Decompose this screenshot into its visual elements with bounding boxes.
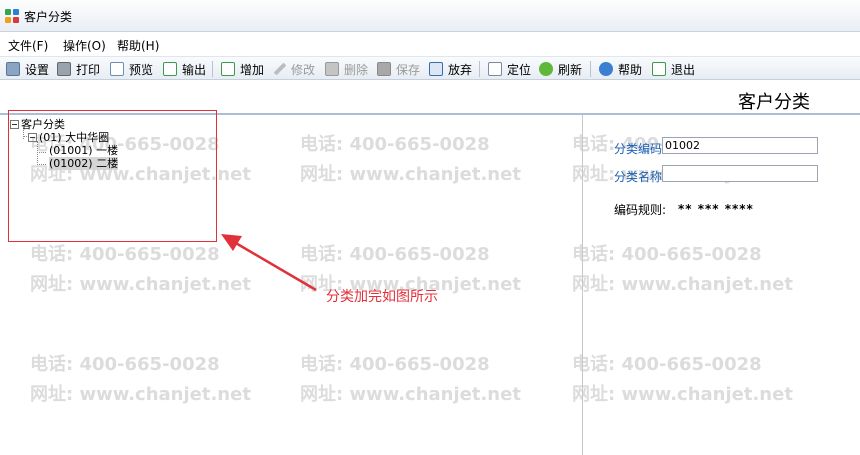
preview-button[interactable]: 预览 xyxy=(110,60,153,78)
export-label: 输出 xyxy=(182,62,207,77)
exit-label: 退出 xyxy=(671,62,696,77)
discard-icon xyxy=(429,62,443,76)
menu-file[interactable]: 文件(F) xyxy=(8,37,48,54)
delete-label: 删除 xyxy=(344,62,369,77)
add-button[interactable]: 增加 xyxy=(221,60,264,78)
watermark-phone: 电话: 400-665-0028 xyxy=(300,134,490,155)
locate-label: 定位 xyxy=(507,62,532,77)
code-label: 分类编码 xyxy=(614,142,663,156)
category-name-input[interactable] xyxy=(662,165,818,182)
add-label: 增加 xyxy=(240,62,265,77)
app-icon xyxy=(5,9,19,23)
locate-button[interactable]: 定位 xyxy=(488,60,531,78)
window-title: 客户分类 xyxy=(24,10,73,24)
annotation-box xyxy=(8,110,217,242)
toolbar: 设置 打印 预览 输出 增加 修改 删除 保存 放弃 定位 刷新 帮助 退出 xyxy=(0,56,860,80)
code-rule-value: ** *** **** xyxy=(678,202,754,216)
settings-button[interactable]: 设置 xyxy=(6,60,49,78)
save-button[interactable]: 保存 xyxy=(377,60,420,78)
code-rule-label: 编码规则: xyxy=(614,203,667,217)
export-button[interactable]: 输出 xyxy=(163,60,206,78)
toolbar-separator xyxy=(590,61,591,77)
export-icon xyxy=(163,62,177,76)
watermark-site: 网址: www.chanjet.net xyxy=(300,384,521,405)
watermark-phone: 电话: 400-665-0028 xyxy=(30,244,220,265)
refresh-label: 刷新 xyxy=(558,62,583,77)
preview-label: 预览 xyxy=(129,62,154,77)
save-label: 保存 xyxy=(396,62,421,77)
exit-icon xyxy=(652,62,666,76)
name-label: 分类名称 xyxy=(614,170,663,184)
menu-operation[interactable]: 操作(O) xyxy=(63,37,106,54)
watermark-phone: 电话: 400-665-0028 xyxy=(300,244,490,265)
help-icon xyxy=(599,62,613,76)
settings-icon xyxy=(6,62,20,76)
watermark-site: 网址: www.chanjet.net xyxy=(30,274,251,295)
discard-button[interactable]: 放弃 xyxy=(429,60,472,78)
menu-bar: 文件(F) 操作(O) 帮助(H) xyxy=(0,34,860,56)
title-bar: 客户分类 xyxy=(0,0,860,32)
add-icon xyxy=(221,62,235,76)
watermark-site: 网址: www.chanjet.net xyxy=(300,164,521,185)
watermark-site: 网址: www.chanjet.net xyxy=(572,384,793,405)
refresh-icon xyxy=(539,62,553,76)
annotation-text: 分类加完如图所示 xyxy=(326,289,438,305)
watermark-site: 网址: www.chanjet.net xyxy=(30,384,251,405)
panel-divider xyxy=(582,115,583,455)
print-label: 打印 xyxy=(76,62,101,77)
print-button[interactable]: 打印 xyxy=(57,60,100,78)
locate-icon xyxy=(488,62,502,76)
toolbar-separator xyxy=(479,61,480,77)
edit-label: 修改 xyxy=(291,62,316,77)
page-title: 客户分类 xyxy=(738,92,810,113)
help-label: 帮助 xyxy=(618,62,643,77)
category-code-input[interactable] xyxy=(662,137,818,154)
edit-button[interactable]: 修改 xyxy=(273,60,316,78)
watermark-phone: 电话: 400-665-0028 xyxy=(300,354,490,375)
menu-help[interactable]: 帮助(H) xyxy=(117,37,159,54)
watermark-phone: 电话: 400-665-0028 xyxy=(30,354,220,375)
watermark-site: 网址: www.chanjet.net xyxy=(572,274,793,295)
save-icon xyxy=(377,62,391,76)
refresh-button[interactable]: 刷新 xyxy=(539,60,582,78)
printer-icon xyxy=(57,62,71,76)
pencil-icon xyxy=(273,62,287,76)
help-button[interactable]: 帮助 xyxy=(599,60,642,78)
discard-label: 放弃 xyxy=(448,62,473,77)
exit-button[interactable]: 退出 xyxy=(652,60,695,78)
watermark-phone: 电话: 400-665-0028 xyxy=(572,354,762,375)
delete-icon xyxy=(325,62,339,76)
toolbar-separator xyxy=(212,61,213,77)
watermark-phone: 电话: 400-665-0028 xyxy=(572,244,762,265)
settings-label: 设置 xyxy=(25,62,50,77)
preview-icon xyxy=(110,62,124,76)
delete-button[interactable]: 删除 xyxy=(325,60,368,78)
